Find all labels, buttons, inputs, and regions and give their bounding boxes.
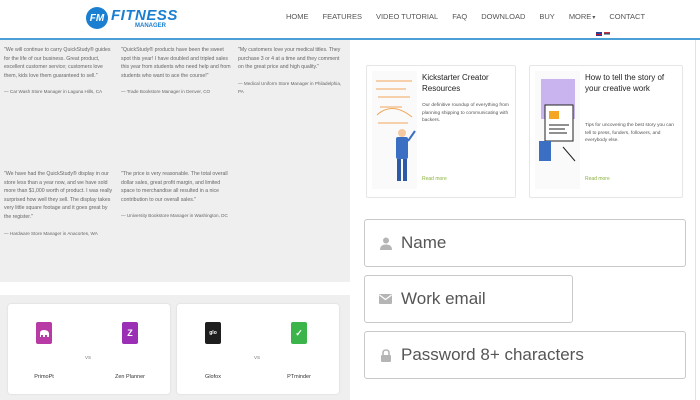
comparison-section: PrimoPt VS Z Zen Planner glo Glofox VS ✓… <box>0 295 350 400</box>
testimonial-author: — Car Wash Store Manager in Laguna Hills… <box>4 89 103 95</box>
kickstarter-illustration <box>372 71 417 189</box>
user-icon <box>379 237 392 250</box>
site-logo[interactable]: FM FITNESS MANAGER <box>86 6 178 30</box>
nav-home[interactable]: HOME <box>286 12 309 21</box>
app-name: Glofox <box>205 374 221 380</box>
logo-text: FITNESS MANAGER <box>111 8 178 29</box>
logo-badge: FM <box>86 7 108 29</box>
comparison-app: glo Glofox <box>193 322 233 380</box>
vs-label: VS <box>85 355 92 360</box>
nav-faq[interactable]: FAQ <box>452 12 467 21</box>
app-name: PrimoPt <box>34 374 54 380</box>
testimonials-section: "We will continue to carry QuickStudy® g… <box>0 40 350 282</box>
email-input[interactable] <box>401 289 622 309</box>
envelope-icon <box>379 293 392 306</box>
ptminder-logo-icon: ✓ <box>291 322 307 344</box>
nav-more-dropdown[interactable]: MORE <box>569 12 596 21</box>
blog-card-image <box>372 71 417 189</box>
testimonial: "QuickStudy® products have been the swee… <box>121 46 233 97</box>
language-switcher <box>596 32 610 36</box>
testimonial: "My customers love your medical titles. … <box>238 46 346 97</box>
blog-card-description: Our definitive roundup of everything fro… <box>422 103 509 123</box>
nav-video-tutorial[interactable]: VIDEO TUTORIAL <box>376 12 438 21</box>
name-field[interactable] <box>364 219 686 267</box>
testimonial-quote: "QuickStudy® products have been the swee… <box>121 47 231 79</box>
testimonial: "The price is very reasonable. The total… <box>121 170 233 221</box>
primopt-logo-icon <box>36 322 52 344</box>
nav-buy[interactable]: BUY <box>539 12 554 21</box>
lock-icon <box>379 348 392 362</box>
blog-card-title[interactable]: How to tell the story of your creative w… <box>585 72 681 94</box>
zen-planner-logo-icon: Z <box>122 322 138 344</box>
scrollbar-track[interactable] <box>695 40 700 400</box>
app-name: PTminder <box>287 374 311 380</box>
read-more-link[interactable]: Read more <box>422 176 447 182</box>
blog-card[interactable]: Kickstarter Creator Resources Our defini… <box>366 65 516 198</box>
blog-card[interactable]: How to tell the story of your creative w… <box>529 65 683 198</box>
comparison-card[interactable]: PrimoPt VS Z Zen Planner <box>8 304 170 394</box>
testimonial-author: — Medical Uniform Store Manager in Phila… <box>238 80 342 95</box>
main-nav: HOME FEATURES VIDEO TUTORIAL FAQ DOWNLOA… <box>286 12 659 21</box>
comparison-app: PrimoPt <box>24 322 64 380</box>
read-more-link[interactable]: Read more <box>585 176 610 182</box>
elephant-icon <box>39 329 49 337</box>
app-name: Zen Planner <box>115 374 145 380</box>
testimonial-author: — University Bookstore Manager in Washin… <box>121 213 228 219</box>
comparison-app: Z Zen Planner <box>110 322 150 380</box>
work-email-field[interactable] <box>364 275 622 323</box>
password-field[interactable] <box>364 331 686 379</box>
testimonial-quote: "My customers love your medical titles. … <box>238 47 341 71</box>
nav-contact[interactable]: CONTACT <box>609 12 645 21</box>
testimonial-author: — Hardware Store Manager in Anacortes, W… <box>4 230 98 236</box>
testimonial-author: — Trade Bookstore Manager in Denver, CO <box>121 89 211 95</box>
logo-sub-text: MANAGER <box>135 22 166 29</box>
uk-flag-icon[interactable] <box>596 32 602 36</box>
testimonial-quote: "We will continue to carry QuickStudy® g… <box>4 47 111 79</box>
testimonial-quote: "The price is very reasonable. The total… <box>121 171 228 203</box>
name-input[interactable] <box>401 233 651 253</box>
site-header: FM FITNESS MANAGER HOME FEATURES VIDEO T… <box>0 0 700 40</box>
glofox-logo-icon: glo <box>205 322 221 344</box>
testimonial: "We will continue to carry QuickStudy® g… <box>4 46 116 97</box>
nav-features[interactable]: FEATURES <box>323 12 362 21</box>
section-divider <box>0 282 350 295</box>
blog-card-image <box>535 71 580 189</box>
testimonial-quote: "We have had the QuickStudy® display in … <box>4 171 113 220</box>
vs-label: VS <box>254 355 261 360</box>
comparison-card[interactable]: glo Glofox VS ✓ PTminder <box>177 304 339 394</box>
blog-card-description: Tips for uncovering the best story you c… <box>585 123 674 143</box>
password-input[interactable] <box>401 345 651 365</box>
story-illustration <box>535 71 580 189</box>
serbia-flag-icon[interactable] <box>604 32 610 36</box>
nav-download[interactable]: DOWNLOAD <box>481 12 525 21</box>
comparison-app: ✓ PTminder <box>279 322 319 380</box>
logo-main-text: FITNESS <box>111 6 178 24</box>
testimonial: "We have had the QuickStudy® display in … <box>4 170 116 238</box>
blog-card-title[interactable]: Kickstarter Creator Resources <box>422 72 514 94</box>
